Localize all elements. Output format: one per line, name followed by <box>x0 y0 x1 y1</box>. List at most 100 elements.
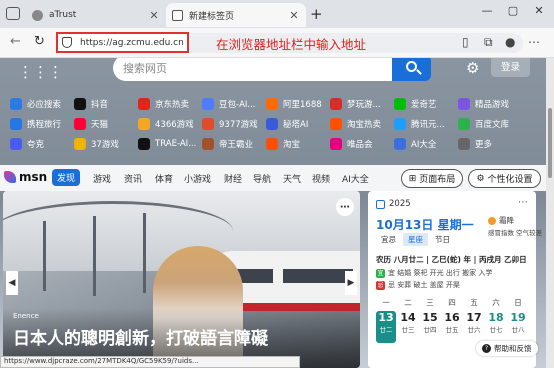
maximize-button[interactable]: ▢ <box>502 4 524 17</box>
shortcut-label: 淘宝 <box>283 140 301 150</box>
shortcut-item[interactable]: 37游戏 <box>74 138 119 150</box>
shortcut-item[interactable]: 4366游戏 <box>138 118 194 130</box>
shortcut-item[interactable]: 豆包-AI... <box>202 98 256 110</box>
article-headline[interactable]: 日本人的聰明創新，打破語言障礙 <box>13 324 268 349</box>
day-number: 14 <box>400 311 416 324</box>
tab-new-tab[interactable]: 新建标签页 ✕ <box>166 3 306 27</box>
help-feedback-button[interactable]: ? 帮助和反馈 <box>476 341 538 356</box>
shortcut-item[interactable]: 帝王霸业 <box>202 138 253 150</box>
address-row: ← ↻ https://ag.zcmu.edu.cn 在浏览器地址栏中输入地址 … <box>0 28 554 58</box>
close-window-button[interactable]: ✕ <box>528 4 550 17</box>
shortcut-icon <box>330 98 342 110</box>
newtab-favicon-icon <box>172 9 183 21</box>
more-options-icon[interactable]: ⋯ <box>518 197 528 208</box>
msn-logo[interactable]: msn <box>4 170 47 184</box>
shortcut-item[interactable]: 天猫 <box>74 118 108 130</box>
shortcut-label: 梦玩游... <box>347 100 381 110</box>
nav-item[interactable]: 发现 <box>52 169 81 186</box>
nav-item[interactable]: 视频 <box>312 172 330 185</box>
nav-item[interactable]: 游戏 <box>93 172 111 185</box>
calendar-day[interactable]: 14 廿三 <box>398 311 418 343</box>
prev-arrow-button[interactable]: ◀ <box>6 271 18 295</box>
close-tab-icon[interactable]: ✕ <box>288 9 300 22</box>
tab-constellation[interactable]: 星座 <box>403 233 428 246</box>
nav-item[interactable]: 小游戏 <box>184 172 211 185</box>
nav-item[interactable]: 资讯 <box>124 172 142 185</box>
split-screen-icon[interactable]: ▯ <box>462 35 469 49</box>
hero-card[interactable]: ⋯ ◀ ▶ Enence 日本人的聰明創新，打破語言障礙 <box>3 191 360 368</box>
shortcut-icon <box>266 138 278 150</box>
personalize-button[interactable]: ⚙ 个性化设置 <box>468 169 541 188</box>
shortcut-item[interactable]: 唯品会 <box>330 138 373 150</box>
more-options-button[interactable]: ⋯ <box>336 198 354 216</box>
shortcut-item[interactable]: 精品游戏 <box>458 98 509 110</box>
calendar-day[interactable]: 17 廿六 <box>464 311 484 343</box>
shortcut-item[interactable]: 抖音 <box>74 98 108 110</box>
shortcut-item[interactable]: 夸克 <box>10 138 44 150</box>
calendar-year: 2025 <box>376 199 411 209</box>
address-input[interactable]: https://ag.zcmu.edu.cn <box>56 32 189 53</box>
shortcut-item[interactable]: 更多 <box>458 138 492 150</box>
tab-strip: aTrust ✕ 新建标签页 ✕ + — ▢ ✕ <box>0 0 554 28</box>
shortcut-item[interactable]: 梦玩游... <box>330 98 381 110</box>
day-lunar: 廿六 <box>467 326 481 334</box>
menu-icon[interactable]: ⋯ <box>528 35 540 49</box>
shortcut-item[interactable]: 必应搜索 <box>10 98 61 110</box>
calendar-tabs: 宜忌 星座 节日 <box>376 233 457 246</box>
nav-item[interactable]: AI大全 <box>342 172 369 185</box>
shortcut-label: 精品游戏 <box>475 100 510 110</box>
shortcut-item[interactable]: 携程旅行 <box>10 118 61 130</box>
shortcut-item[interactable]: 淘宝热卖 <box>330 118 381 130</box>
search-button[interactable] <box>392 58 431 81</box>
lunar-date: 农历 八月廿二 | 乙巳(蛇) 年 | 丙戌月 乙卯日 <box>376 255 527 264</box>
profile-icon[interactable]: ● <box>505 35 515 49</box>
day-number: 16 <box>444 311 460 324</box>
gear-icon[interactable]: ⚙ <box>466 59 479 77</box>
weekday-label: 六 <box>492 298 500 307</box>
shortcut-item[interactable]: TRAE-AI... <box>138 138 196 150</box>
weekday-label: 二 <box>404 298 412 307</box>
tab-atrust[interactable]: aTrust ✕ <box>26 3 166 27</box>
next-arrow-button[interactable]: ▶ <box>345 271 357 295</box>
minimize-button[interactable]: — <box>476 4 498 17</box>
nav-item[interactable]: 天气 <box>283 172 301 185</box>
shortcut-item[interactable]: 爱奇艺 <box>394 98 437 110</box>
layout-button[interactable]: ⊞ 页面布局 <box>401 169 463 188</box>
tab-festival[interactable]: 节日 <box>430 233 455 246</box>
article-source: Enence <box>13 312 39 320</box>
settings-icon: ⚙ <box>476 173 485 184</box>
scrollbar[interactable] <box>546 58 554 368</box>
refresh-icon[interactable]: ↻ <box>34 34 45 49</box>
login-button[interactable]: 登录 <box>491 58 530 77</box>
shortcut-item[interactable]: 淘宝 <box>266 138 300 150</box>
ji-tag: 忌 <box>376 281 385 290</box>
back-icon[interactable]: ← <box>10 34 21 49</box>
scrollbar-thumb[interactable] <box>548 108 552 178</box>
calendar-day[interactable]: 15 廿四 <box>420 311 440 343</box>
calendar-day[interactable]: 19 廿八 <box>508 311 528 343</box>
tab-actions-icon[interactable] <box>6 7 20 20</box>
nav-item[interactable]: 财经 <box>224 172 242 185</box>
shortcut-item[interactable]: 9377游戏 <box>202 118 258 130</box>
calendar-day[interactable]: 13 廿二 <box>376 311 396 343</box>
shortcut-item[interactable]: 百度文库 <box>458 118 509 130</box>
shortcut-item[interactable]: AI大全 <box>394 138 436 150</box>
shortcut-item[interactable]: 阿里1688 <box>266 98 322 110</box>
calendar-day[interactable]: 16 廿五 <box>442 311 462 343</box>
tab-yiji[interactable]: 宜忌 <box>376 233 401 246</box>
weekday-label: 日 <box>514 298 522 307</box>
nav-item[interactable]: 导航 <box>253 172 271 185</box>
nav-item[interactable]: 体育 <box>155 172 173 185</box>
extensions-icon[interactable]: ⧉ <box>484 35 493 50</box>
shortcut-item[interactable]: 腾讯元... <box>394 118 445 130</box>
shortcut-item[interactable]: 京东热卖 <box>138 98 189 110</box>
close-tab-icon[interactable]: ✕ <box>148 9 160 22</box>
shortcut-icon <box>10 98 22 110</box>
shortcut-label: AI大全 <box>411 140 437 150</box>
day-number: 18 <box>488 311 504 324</box>
calendar-day[interactable]: 18 廿七 <box>486 311 506 343</box>
shortcut-label: 京东热卖 <box>155 100 190 110</box>
new-tab-button[interactable]: + <box>310 5 323 23</box>
shortcut-item[interactable]: 秘塔AI <box>266 118 308 130</box>
shortcut-icon <box>458 138 470 150</box>
